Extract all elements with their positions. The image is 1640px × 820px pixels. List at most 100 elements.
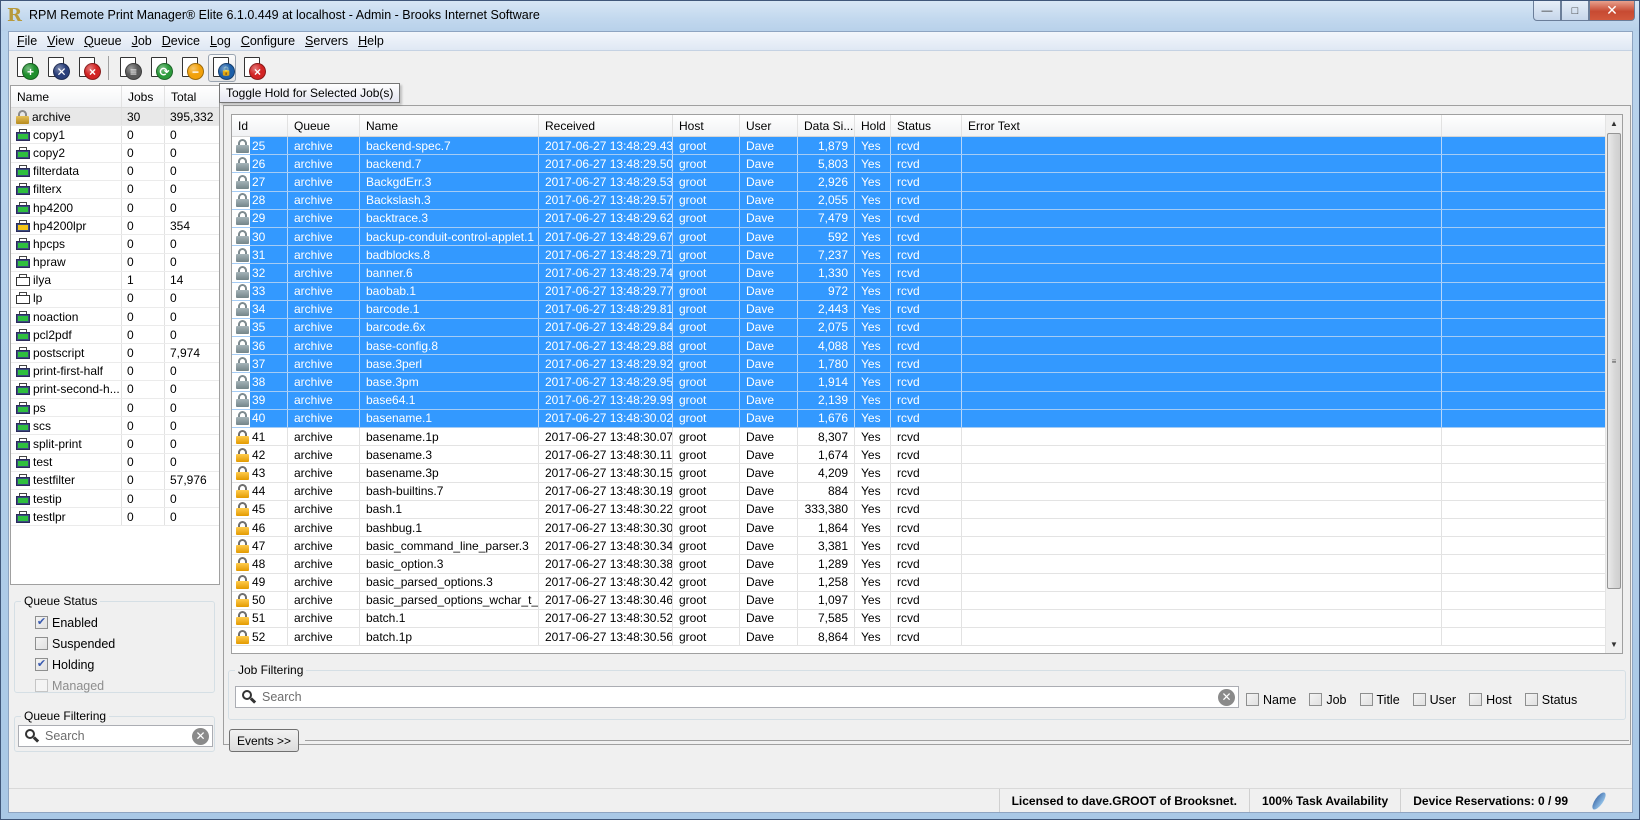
scroll-down-arrow-icon[interactable]: ▼: [1606, 636, 1622, 653]
filter-field-title[interactable]: Title: [1359, 689, 1400, 710]
menu-job[interactable]: Job: [127, 33, 157, 50]
menu-device[interactable]: Device: [157, 33, 205, 50]
filter-field-job[interactable]: Job: [1309, 689, 1347, 710]
column-header-total[interactable]: Total: [165, 86, 219, 107]
job-row[interactable]: 31 archive badblocks.8 2017-06-27 13:48:29.…: [232, 246, 1622, 265]
job-search-input[interactable]: Search ✕: [235, 686, 1239, 708]
host-filter-checkbox[interactable]: [1469, 693, 1483, 706]
column-header-user[interactable]: User: [740, 115, 798, 136]
maximize-button[interactable]: □: [1561, 1, 1589, 21]
name-filter-checkbox[interactable]: [1246, 693, 1259, 706]
column-header-id[interactable]: Id: [232, 115, 288, 136]
column-header-host[interactable]: Host: [673, 115, 740, 136]
column-header-data-si[interactable]: Data Si...: [798, 115, 855, 136]
queue-row[interactable]: split-print 0 0: [11, 435, 219, 454]
cancel-job-button[interactable]: ×: [239, 54, 267, 82]
events-button[interactable]: Events >>: [229, 729, 299, 752]
suspended-checkbox[interactable]: [35, 637, 48, 650]
job-row[interactable]: 33 archive baobab.1 2017-06-27 13:48:29.777…: [232, 282, 1622, 301]
column-header-name[interactable]: Name: [11, 86, 122, 107]
queue-row[interactable]: ps 0 0: [11, 399, 219, 418]
queue-row[interactable]: postscript 0 7,974: [11, 344, 219, 363]
job-row[interactable]: 32 archive banner.6 2017-06-27 13:48:29.744…: [232, 264, 1622, 283]
job-row[interactable]: 27 archive BackgdErr.3 2017-06-27 13:48:29.…: [232, 173, 1622, 192]
jobs-vertical-scrollbar[interactable]: ▲ ≡ ▼: [1605, 115, 1622, 653]
job-row[interactable]: 48 archive basic_option.3 2017-06-27 13:48:…: [232, 555, 1622, 574]
job-row[interactable]: 45 archive bash.1 2017-06-27 13:48:30.2220 g…: [232, 500, 1622, 519]
queue-search-input[interactable]: Search ✕: [18, 725, 213, 747]
filter-field-status[interactable]: Status: [1524, 689, 1577, 710]
queue-row[interactable]: archive 30 395,332: [11, 108, 219, 127]
job-row[interactable]: 35 archive barcode.6x 2017-06-27 13:48:29.8…: [232, 318, 1622, 338]
queue-row[interactable]: hp4200lpr 0 354: [11, 217, 219, 236]
job-row[interactable]: 50 archive basic_parsed_options_wchar_t_.3…: [232, 591, 1622, 610]
menu-file[interactable]: File: [12, 33, 42, 50]
job-list-button[interactable]: ≡: [115, 54, 143, 82]
job-row[interactable]: 52 archive batch.1p 2017-06-27 13:48:30.566…: [232, 628, 1622, 647]
column-header-received[interactable]: Received: [539, 115, 673, 136]
queue-row[interactable]: copy1 0 0: [11, 126, 219, 145]
menu-log[interactable]: Log: [205, 33, 236, 50]
menu-queue[interactable]: Queue: [79, 33, 127, 50]
job-row[interactable]: 25 archive backend-spec.7 2017-06-27 13:48:…: [232, 137, 1622, 156]
job-row[interactable]: 37 archive base.3perl 2017-06-27 13:48:29.9…: [232, 355, 1622, 374]
title-filter-checkbox[interactable]: [1359, 693, 1373, 706]
job-row[interactable]: 30 archive backup-conduit-control-applet.1…: [232, 227, 1622, 247]
queue-row[interactable]: filterx 0 0: [11, 180, 219, 199]
holding-checkbox[interactable]: ✔: [35, 658, 48, 671]
column-header-name[interactable]: Name: [360, 115, 539, 136]
column-header-queue[interactable]: Queue: [288, 115, 360, 136]
queue-row[interactable]: testfilter 0 57,976: [11, 471, 219, 490]
scroll-up-arrow-icon[interactable]: ▲: [1606, 115, 1622, 132]
job-row[interactable]: 38 archive base.3pm 2017-06-27 13:48:29.958…: [232, 373, 1622, 392]
status-filter-checkbox[interactable]: [1524, 693, 1538, 706]
column-header-hold[interactable]: Hold: [855, 115, 891, 136]
filter-field-name[interactable]: Name: [1246, 689, 1296, 710]
enabled-checkbox[interactable]: ✔: [35, 616, 48, 629]
scrollbar-thumb[interactable]: ≡: [1607, 133, 1621, 589]
queue-row[interactable]: filterdata 0 0: [11, 162, 219, 181]
queue-row[interactable]: copy2 0 0: [11, 144, 219, 163]
queue-row[interactable]: print-second-h... 0 0: [11, 380, 219, 399]
configure-queue-button[interactable]: ✕: [43, 54, 71, 82]
queue-status-suspended[interactable]: Suspended: [35, 633, 115, 654]
delete-queue-button[interactable]: ×: [74, 54, 102, 82]
queue-row[interactable]: lp 0 0: [11, 289, 219, 309]
queue-row[interactable]: hpcps 0 0: [11, 235, 219, 254]
column-header-jobs[interactable]: Jobs: [122, 86, 165, 107]
toggle-hold-button[interactable]: 🔒: [208, 54, 236, 82]
queue-status-enabled[interactable]: ✔ Enabled: [35, 612, 115, 633]
queue-row[interactable]: test 0 0: [11, 453, 219, 472]
add-queue-button[interactable]: +: [12, 54, 40, 82]
filter-field-user[interactable]: User: [1412, 689, 1456, 710]
menu-help[interactable]: Help: [353, 33, 389, 50]
job-row[interactable]: 42 archive basename.3 2017-06-27 13:48:30.1…: [232, 446, 1622, 465]
job-row[interactable]: 46 archive bashbug.1 2017-06-27 13:48:30.30…: [232, 518, 1622, 538]
job-row[interactable]: 39 archive base64.1 2017-06-27 13:48:29.994…: [232, 391, 1622, 410]
suspend-button[interactable]: −: [177, 54, 205, 82]
minimize-button[interactable]: —: [1533, 1, 1561, 21]
queue-row[interactable]: pcl2pdf 0 0: [11, 326, 219, 345]
clear-search-icon[interactable]: ✕: [192, 727, 209, 745]
job-row[interactable]: 29 archive backtrace.3 2017-06-27 13:48:29.…: [232, 209, 1622, 228]
menu-configure[interactable]: Configure: [236, 33, 300, 50]
job-row[interactable]: 26 archive backend.7 2017-06-27 13:48:29.50…: [232, 155, 1622, 174]
column-header-error-text[interactable]: Error Text: [962, 115, 1442, 136]
queue-row[interactable]: noaction 0 0: [11, 308, 219, 327]
job-row[interactable]: 51 archive batch.1 2017-06-27 13:48:30.5250…: [232, 609, 1622, 629]
job-row[interactable]: 43 archive basename.3p 2017-06-27 13:48:30.…: [232, 464, 1622, 483]
queue-row[interactable]: testlpr 0 0: [11, 508, 219, 527]
job-row[interactable]: 47 archive basic_command_line_parser.3 2017…: [232, 537, 1622, 556]
job-filter-checkbox[interactable]: [1309, 693, 1323, 706]
queue-row[interactable]: scs 0 0: [11, 417, 219, 436]
queue-row[interactable]: testip 0 0: [11, 489, 219, 509]
queue-row[interactable]: hp4200 0 0: [11, 198, 219, 218]
refresh-button[interactable]: ⟳: [146, 54, 174, 82]
job-row[interactable]: 34 archive barcode.1 2017-06-27 13:48:29.81…: [232, 300, 1622, 319]
queue-row[interactable]: ilya 1 14: [11, 271, 219, 290]
queue-row[interactable]: hpraw 0 0: [11, 253, 219, 272]
queue-status-holding[interactable]: ✔ Holding: [35, 654, 115, 675]
job-row[interactable]: 41 archive basename.1p 2017-06-27 13:48:30.…: [232, 428, 1622, 447]
column-header-status[interactable]: Status: [891, 115, 962, 136]
job-row[interactable]: 28 archive Backslash.3 2017-06-27 13:48:29.…: [232, 191, 1622, 210]
